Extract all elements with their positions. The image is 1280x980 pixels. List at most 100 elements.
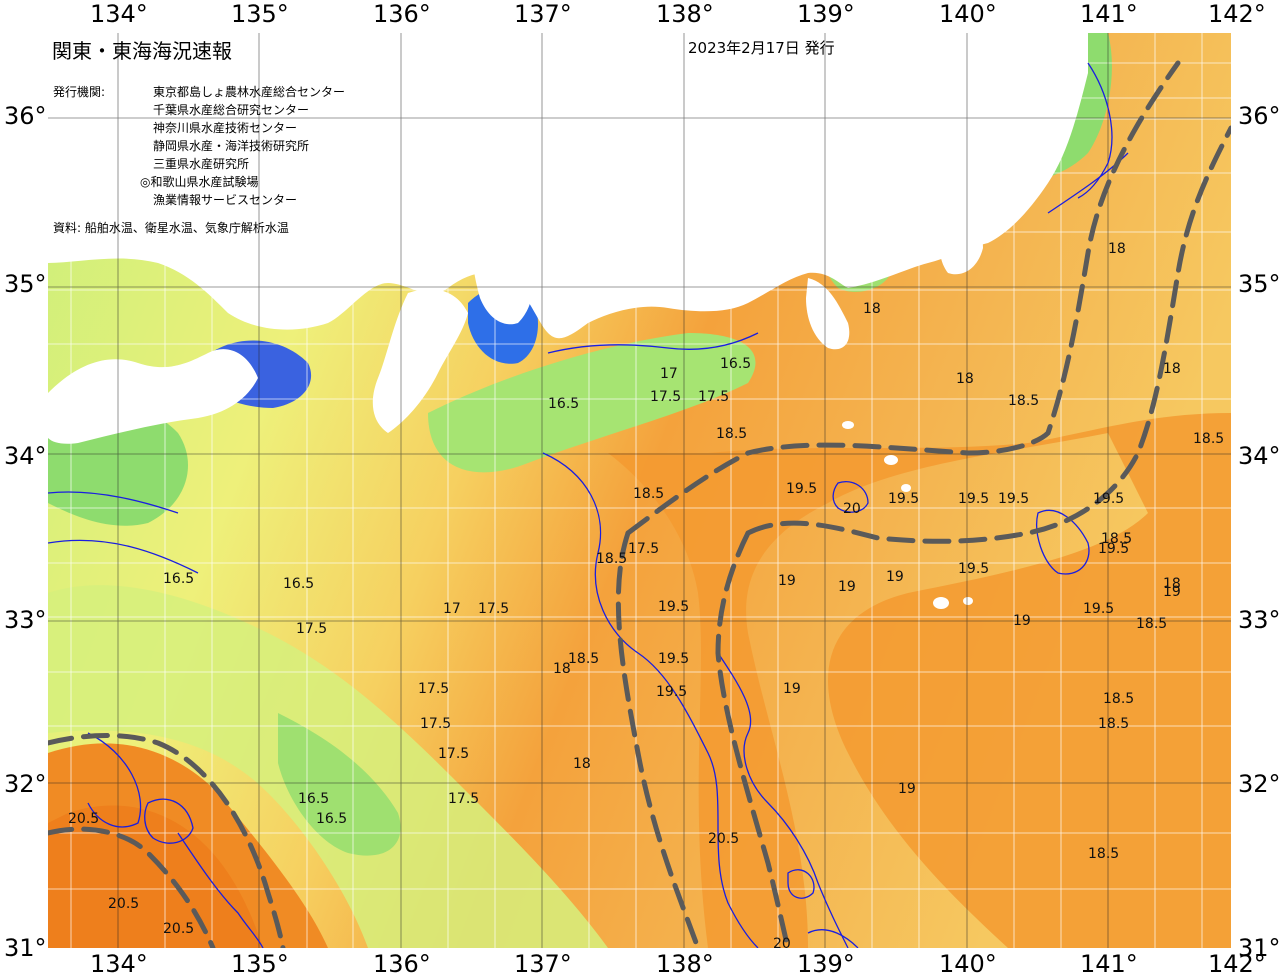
land-island: [884, 455, 898, 465]
isotherm-label: 19.5: [658, 599, 689, 615]
lat-label-right: 34°: [1238, 442, 1280, 470]
isotherm-label: 16.5: [548, 396, 579, 412]
isotherm-label: 20.5: [163, 921, 194, 937]
issuer-item: 漁業情報サービスセンター: [153, 193, 298, 207]
isotherm-label: 17.5: [698, 389, 729, 405]
lon-label-top: 136°: [373, 0, 431, 28]
lat-label-left: 33°: [4, 606, 47, 634]
isotherm-label: 17: [443, 601, 461, 617]
isotherm-label: 19.5: [1093, 491, 1124, 507]
isotherm-label: 19.5: [656, 684, 687, 700]
map-figure: 134° 135° 136° 137° 138° 139° 140° 141° …: [0, 0, 1280, 980]
lon-label-bottom: 137°: [514, 950, 572, 978]
isotherm-label: 19: [898, 781, 916, 797]
isotherm-label: 18: [956, 371, 974, 387]
lon-label-top: 135°: [231, 0, 289, 28]
lon-label-bottom: 134°: [90, 950, 148, 978]
isotherm-label: 17.5: [448, 791, 479, 807]
lon-label-bottom: 140°: [939, 950, 997, 978]
isotherm-label: 19: [778, 573, 796, 589]
isotherm-label: 19.5: [658, 651, 689, 667]
lon-label-top: 142°: [1208, 0, 1266, 28]
isotherm-label: 19.5: [958, 491, 989, 507]
isotherm-label: 16.5: [316, 811, 347, 827]
isotherm-label: 19: [1013, 613, 1031, 629]
lat-label-left: 35°: [4, 270, 47, 298]
issuer-item: 東京都島しょ農林水産総合センター: [153, 85, 346, 99]
lat-label-right: 32°: [1238, 770, 1280, 798]
isotherm-label: 16.5: [720, 356, 751, 372]
isotherm-label: 19: [783, 681, 801, 697]
isotherm-label: 18: [1163, 361, 1181, 377]
isotherm-label: 18.5: [1136, 616, 1167, 632]
isotherm-label: 17: [660, 366, 678, 382]
lon-label-bottom: 138°: [656, 950, 714, 978]
issuer-item: 千葉県水産総合研究センター: [153, 103, 310, 117]
isotherm-label: 18.5: [1088, 846, 1119, 862]
lon-label-bottom: 141°: [1080, 950, 1138, 978]
lon-label-top: 140°: [939, 0, 997, 28]
isotherm-label: 19: [886, 569, 904, 585]
data-source-note: 資料: 船舶水温、衛星水温、気象庁解析水温: [53, 221, 289, 235]
lon-label-top: 134°: [90, 0, 148, 28]
isotherm-label: 19.5: [958, 561, 989, 577]
isotherm-label: 20.5: [68, 811, 99, 827]
land-island: [933, 597, 949, 609]
lat-label-right: 33°: [1238, 606, 1280, 634]
isotherm-label: 19: [1163, 584, 1181, 600]
isotherm-label: 18.5: [568, 651, 599, 667]
isotherm-label: 18.5: [596, 551, 627, 567]
isotherm-label: 17.5: [420, 716, 451, 732]
isotherm-label: 17.5: [438, 746, 469, 762]
lat-label-left: 32°: [4, 770, 47, 798]
isotherm-label: 18.5: [716, 426, 747, 442]
lon-label-top: 137°: [514, 0, 572, 28]
isotherm-label: 16.5: [163, 571, 194, 587]
isotherm-label: 20.5: [708, 831, 739, 847]
isotherm-label: 19.5: [786, 481, 817, 497]
issuer-item: ◎和歌山県水産試験場: [140, 175, 259, 189]
issue-date: 2023年2月17日 発行: [688, 39, 835, 57]
isotherm-label: 18.5: [1103, 691, 1134, 707]
isotherm-label: 18.5: [1098, 716, 1129, 732]
lon-label-bottom: 135°: [231, 950, 289, 978]
isotherm-label: 17.5: [296, 621, 327, 637]
isotherm-label: 18.5: [1008, 393, 1039, 409]
lon-label-top: 141°: [1080, 0, 1138, 28]
isotherm-label: 19.5: [1098, 541, 1129, 557]
map-title: 関東・東海海況速報: [52, 39, 232, 63]
land-island: [963, 597, 973, 605]
issuer-item: 三重県水産研究所: [153, 157, 250, 171]
isotherm-label: 18: [1108, 241, 1126, 257]
lat-label-left: 31°: [4, 934, 47, 962]
isotherm-label: 18.5: [633, 486, 664, 502]
isotherm-label: 20: [773, 936, 791, 948]
lat-label-left: 34°: [4, 442, 47, 470]
isotherm-label: 17.5: [418, 681, 449, 697]
land-island: [842, 421, 854, 429]
isotherm-label: 16.5: [298, 791, 329, 807]
isotherm-label: 19: [838, 579, 856, 595]
issuer-item: 神奈川県水産技術センター: [153, 121, 298, 135]
lat-label-right: 36°: [1238, 102, 1280, 130]
isotherm-label: 16.5: [283, 576, 314, 592]
isotherm-label: 20.5: [108, 896, 139, 912]
isotherm-label: 19.5: [998, 491, 1029, 507]
isotherm-label: 18.5: [1193, 431, 1224, 447]
lat-label-right: 35°: [1238, 270, 1280, 298]
isotherm-label: 20: [843, 501, 861, 517]
isotherm-label: 19.5: [1083, 601, 1114, 617]
isotherm-label: 19.5: [888, 491, 919, 507]
lat-label-right: 31°: [1238, 934, 1280, 962]
isotherm-label: 17.5: [478, 601, 509, 617]
isotherm-label: 17.5: [628, 541, 659, 557]
lon-label-top: 138°: [656, 0, 714, 28]
isotherm-label: 18: [573, 756, 591, 772]
isotherm-label: 17.5: [650, 389, 681, 405]
lon-label-bottom: 136°: [373, 950, 431, 978]
issuer-item: 静岡県水産・海洋技術研究所: [153, 139, 310, 153]
lat-label-left: 36°: [4, 102, 47, 130]
isotherm-label: 18: [863, 301, 881, 317]
lon-label-top: 139°: [797, 0, 855, 28]
issuer-label: 発行機関:: [53, 85, 106, 99]
